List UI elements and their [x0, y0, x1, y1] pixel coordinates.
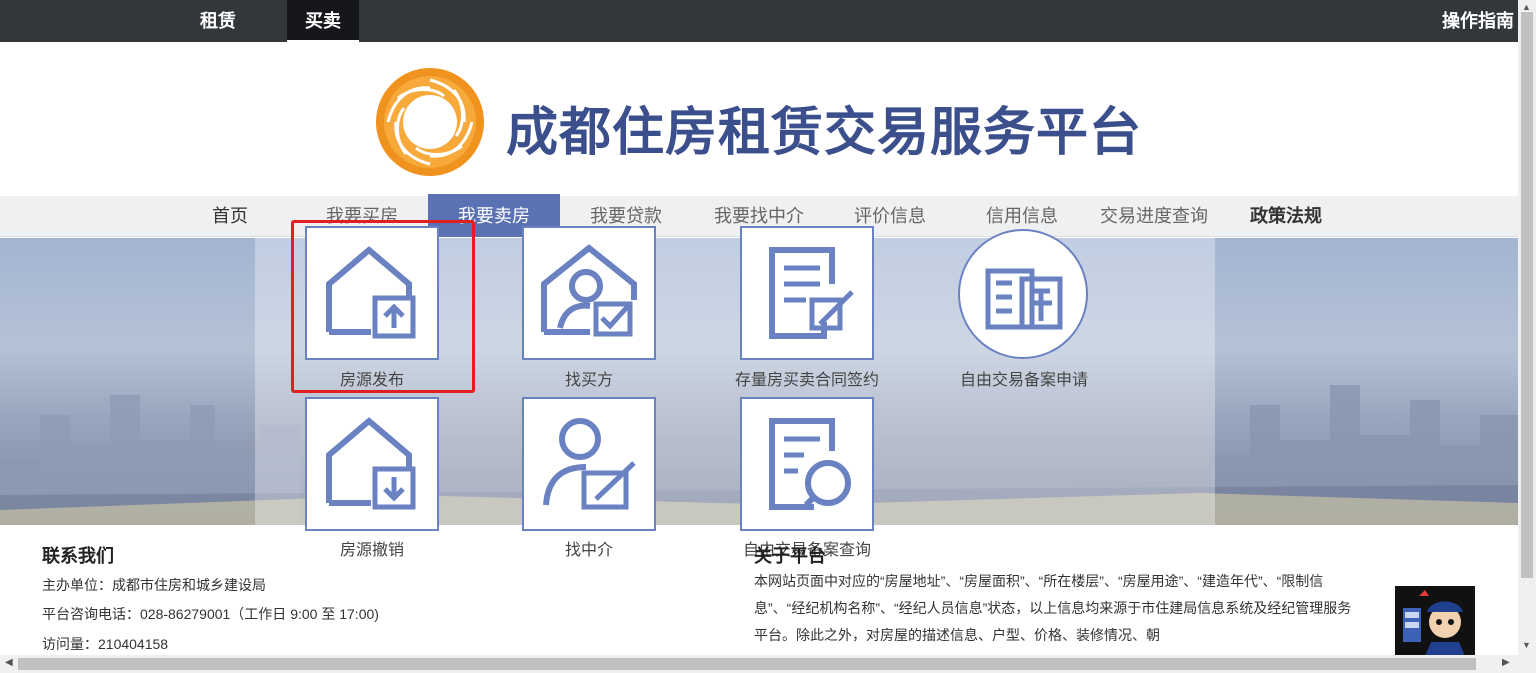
tile-label: 房源撤销 [339, 542, 404, 559]
tab-rent[interactable]: 租赁 [188, 0, 248, 42]
house-download-icon [326, 417, 416, 510]
scrollbar-corner [1518, 655, 1536, 673]
nav-home[interactable]: 首页 [200, 196, 260, 237]
police-badge-icon[interactable] [1395, 586, 1475, 656]
horizontal-scroll-thumb[interactable] [18, 658, 1476, 670]
vertical-scrollbar[interactable]: ▲ ▼ [1518, 0, 1536, 655]
guide-link[interactable]: 操作指南 [1442, 0, 1514, 42]
visit-count: 访问量：210404158 [42, 636, 169, 652]
scroll-right-icon[interactable]: ▶ [1502, 657, 1510, 668]
tile-filing-query[interactable] [740, 397, 874, 531]
tile-label: 找中介 [564, 542, 613, 559]
person-edit-icon [543, 418, 636, 510]
scroll-down-icon[interactable]: ▼ [1522, 640, 1531, 650]
nav-progress-query[interactable]: 交易进度查询 [1096, 196, 1212, 237]
scroll-left-icon[interactable]: ◀ [5, 657, 13, 668]
contact-org: 主办单位：成都市住房和城乡建设局 [42, 577, 266, 593]
filing-application-icon [985, 268, 1063, 330]
tile-label: 存量房买卖合同签约 [734, 372, 879, 389]
tile-contract-sign[interactable] [740, 226, 874, 360]
logo-icon[interactable] [374, 66, 486, 178]
tile-find-buyer[interactable] [522, 226, 656, 360]
tab-buy-sell[interactable]: 买卖 [287, 0, 359, 42]
vertical-scroll-thumb[interactable] [1521, 12, 1533, 578]
contact-title: 联系我们 [42, 546, 114, 566]
filing-search-icon [769, 418, 851, 510]
tile-label: 找买方 [564, 372, 613, 389]
tile-filing-apply[interactable] [958, 229, 1088, 359]
highlight-box [291, 220, 475, 393]
top-bar: 租赁 买卖 操作指南 [0, 0, 1518, 42]
tile-find-agent[interactable] [522, 397, 656, 531]
scroll-up-icon[interactable]: ▲ [1522, 2, 1531, 12]
contract-sign-icon [769, 247, 854, 339]
page: 租赁 买卖 操作指南 成都住房租赁交易服务平台 首页 我要买房 我要卖房 我要贷… [0, 0, 1536, 673]
horizontal-scrollbar[interactable]: ◀ ▶ [0, 655, 1518, 673]
about-title: 关于平台 [754, 546, 826, 566]
site-title: 成都住房租赁交易服务平台 [506, 104, 1143, 162]
contact-phone: 平台咨询电话：028-86279001（工作日 9:00 至 17:00) [42, 606, 379, 622]
tile-label: 自由交易备案申请 [959, 372, 1088, 389]
nav-policy[interactable]: 政策法规 [1246, 196, 1326, 237]
person-house-check-icon [541, 244, 637, 337]
tile-listing-revoke[interactable] [305, 397, 439, 531]
about-text: 本网站页面中对应的“房屋地址”、“房屋面积”、“所在楼层”、“房屋用途”、“建造… [754, 573, 1352, 643]
